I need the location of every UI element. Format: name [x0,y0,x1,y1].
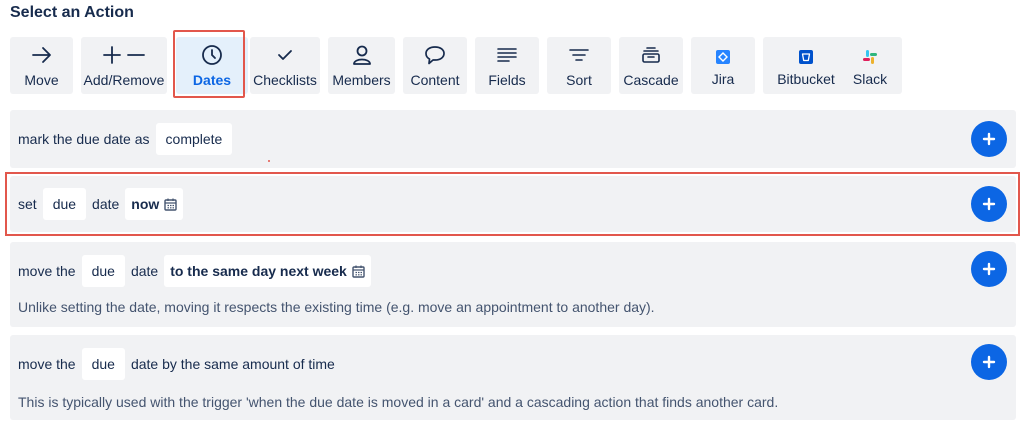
action-text: move the [18,356,76,372]
plus-icon [982,132,996,146]
funnel-lines-icon [569,42,589,68]
person-icon [352,42,372,68]
action-row-set-date: set due date now [10,176,1016,232]
tab-label: Checklists [253,72,317,88]
tab-dates[interactable]: Dates [176,37,248,94]
tab-fields[interactable]: Fields [475,37,539,94]
action-row-move-date: move the due date to the same day next w… [10,242,1016,327]
tab-checklists[interactable]: Checklists [250,37,320,94]
add-action-button[interactable] [971,121,1007,157]
clock-icon [201,42,223,68]
slack-logo-icon [863,46,877,68]
action-text: date [130,263,159,279]
speech-bubble-icon [424,42,446,68]
tab-label: Dates [192,72,232,88]
action-text: mark the due date as [18,131,150,147]
action-text: date [92,196,120,212]
tab-label: Cascade [623,72,679,88]
action-text: move the [18,263,76,279]
action-description: Unlike setting the date, moving it respe… [18,299,655,315]
tab-label: Slack [852,71,888,87]
add-action-button[interactable] [971,344,1007,380]
tab-cascade[interactable]: Cascade [619,37,683,94]
tab-label: Members [332,72,391,88]
plus-icon [982,355,996,369]
date-value-picker[interactable]: now [125,188,184,220]
date-value-text: now [131,196,160,212]
tab-label: Jira [711,71,735,87]
tab-slack[interactable]: Slack [838,37,902,94]
tab-sort[interactable]: Sort [547,37,611,94]
arrow-right-icon [31,42,53,68]
date-field-select[interactable]: due [81,348,125,380]
add-action-button[interactable] [971,186,1007,222]
plus-minus-icon [102,42,146,68]
decorative-dot [268,160,270,162]
bitbucket-logo-icon [799,46,813,68]
action-row-mark-complete: mark the due date as complete [10,110,1016,168]
tab-label: Sort [566,72,592,88]
action-text: date by the same amount of time [130,356,335,372]
date-field-select[interactable]: due [42,188,87,220]
tab-label: Move [24,72,59,88]
date-field-select[interactable]: due [81,255,125,287]
tab-bitbucket[interactable]: Bitbucket [763,37,849,94]
lines-icon [497,42,517,68]
checkmark-icon [276,42,294,68]
tab-content[interactable]: Content [403,37,467,94]
stacked-cards-icon [641,42,661,68]
jira-logo-icon [716,46,730,68]
calendar-icon [164,198,177,211]
tab-members[interactable]: Members [328,37,395,94]
tab-label: Bitbucket [777,71,835,87]
status-select[interactable]: complete [155,123,233,155]
calendar-icon [352,265,365,278]
date-value-picker[interactable]: to the same day next week [164,255,371,287]
plus-icon [982,262,996,276]
action-description: This is typically used with the trigger … [18,394,779,410]
action-row-move-by-amount: move the due date by the same amount of … [10,335,1016,420]
tab-jira[interactable]: Jira [691,37,755,94]
add-action-button[interactable] [971,251,1007,287]
tab-label: Fields [488,72,526,88]
date-value-text: to the same day next week [170,263,347,279]
tab-move[interactable]: Move [10,37,73,94]
page-title: Select an Action [10,4,134,21]
plus-icon [982,197,996,211]
tab-add-remove[interactable]: Add/Remove [81,37,167,94]
tab-label: Content [410,72,460,88]
tab-label: Add/Remove [83,72,165,88]
action-text: set [18,196,37,212]
